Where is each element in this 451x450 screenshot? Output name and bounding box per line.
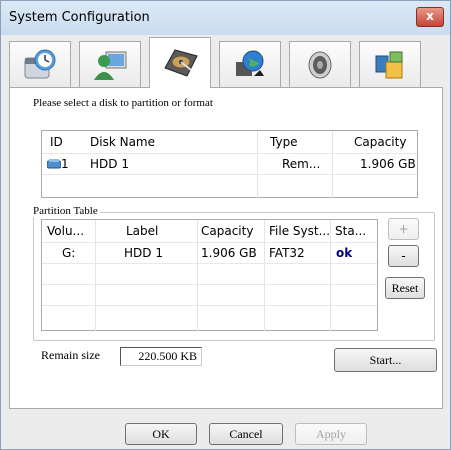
start-button[interactable]: Start... [334,348,437,372]
apply-button[interactable]: Apply [295,423,367,445]
tab-storage[interactable] [149,37,211,88]
column-header-capacity[interactable]: Capacity [201,220,253,242]
column-header-label[interactable]: Label [126,220,158,242]
table-row[interactable]: 1 HDD 1 Rem... 1.906 GB [42,154,417,174]
network-globe-icon [236,50,264,76]
system-configuration-window: System Configuration x Please select a d… [0,0,451,450]
disk-id: 1 [61,157,69,171]
partition-list[interactable]: Volu... Label Capacity File Syst... Sta.… [41,219,378,332]
disk-prompt: Please select a disk to partition or for… [33,97,213,109]
column-header-type[interactable]: Type [270,131,298,153]
remain-size-label: Remain size [41,348,100,362]
tab-datetime[interactable] [9,41,71,87]
disk-name: HDD 1 [90,157,129,171]
disk-capacity: 1.906 GB [360,157,416,171]
partition-status: ok [336,246,353,260]
add-partition-button[interactable]: + [388,218,419,240]
row-separator [42,174,417,175]
disk-drive-icon [47,159,61,169]
partition-capacity: 1.906 GB [201,246,257,260]
cancel-button[interactable]: Cancel [209,423,283,445]
remove-partition-button[interactable]: - [388,245,419,267]
partition-volume: G: [62,246,76,260]
disk-type: Rem... [282,157,321,171]
ok-button[interactable]: OK [125,423,197,445]
remain-size-field: 220.500 KB [120,347,202,366]
partition-file-system: FAT32 [269,246,305,260]
column-separator [264,220,265,332]
column-header-file-system[interactable]: File Syst... [269,220,330,242]
close-button[interactable]: x [416,7,444,27]
tab-network[interactable] [219,41,281,87]
speaker-icon [308,51,332,78]
tab-users[interactable] [79,41,141,87]
window-title: System Configuration [9,10,150,25]
system-tools-icon [375,51,403,78]
disk-list[interactable]: ID Disk Name Type Capacity 1 HDD 1 Rem..… [41,130,418,199]
tab-strip [9,37,447,88]
reset-button[interactable]: Reset [385,277,425,299]
row-separator [42,263,377,264]
clock-calendar-icon [24,49,56,78]
row-separator [42,284,377,285]
column-separator [197,220,198,332]
partition-label: HDD 1 [124,246,163,260]
tab-audio[interactable] [289,41,351,87]
tab-system[interactable] [359,41,421,87]
partition-table-label: Partition Table [31,205,100,217]
table-row[interactable]: G: HDD 1 1.906 GB FAT32 ok [42,243,377,263]
column-header-volume[interactable]: Volu... [47,220,84,242]
column-header-id[interactable]: ID [50,131,63,153]
column-header-capacity[interactable]: Capacity [354,131,406,153]
column-header-disk-name[interactable]: Disk Name [90,131,155,153]
column-header-status[interactable]: Sta... [335,220,366,242]
column-separator [330,220,331,332]
title-bar: System Configuration x [1,1,450,35]
user-monitor-icon [94,51,127,80]
row-separator [42,305,377,306]
column-separator [95,220,96,332]
hard-disk-icon [164,49,198,77]
dialog-footer: OK Cancel Apply [1,409,450,449]
